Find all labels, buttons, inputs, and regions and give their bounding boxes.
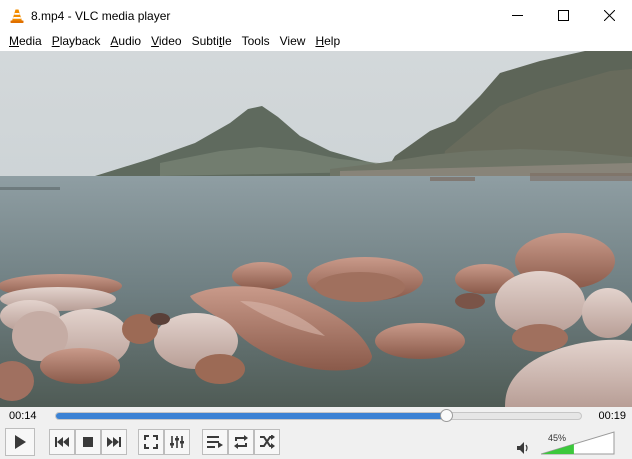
menu-media[interactable]: Media	[4, 31, 47, 51]
loop-icon	[234, 435, 248, 449]
menu-subtitle[interactable]: Subtitle	[187, 31, 237, 51]
minimize-icon	[511, 15, 523, 16]
fullscreen-button[interactable]	[138, 429, 164, 455]
shuffle-button[interactable]	[254, 429, 280, 455]
stop-button[interactable]	[75, 429, 101, 455]
minimize-button[interactable]	[494, 0, 540, 31]
elapsed-time: 00:14	[9, 410, 37, 422]
menu-audio[interactable]: Audio	[105, 31, 146, 51]
playlist-icon	[207, 436, 223, 448]
total-time: 00:19	[598, 410, 626, 422]
play-button[interactable]	[5, 428, 35, 456]
seek-handle[interactable]	[439, 409, 453, 422]
loop-button[interactable]	[228, 429, 254, 455]
seek-row: 00:14 00:19	[0, 407, 632, 427]
close-button[interactable]	[586, 0, 632, 31]
video-display[interactable]	[0, 51, 632, 407]
speaker-icon[interactable]	[517, 442, 531, 454]
play-icon	[15, 435, 26, 449]
menu-playback[interactable]: Playback	[47, 31, 106, 51]
fullscreen-icon	[144, 435, 158, 449]
shuffle-icon	[260, 435, 275, 449]
volume-level: 45%	[548, 433, 567, 443]
previous-icon	[55, 437, 69, 447]
menu-video[interactable]: Video	[146, 31, 186, 51]
seek-progress	[56, 413, 445, 419]
seek-bar[interactable]	[55, 409, 582, 422]
menu-help[interactable]: Help	[310, 31, 345, 51]
maximize-button[interactable]	[540, 0, 586, 31]
menu-view[interactable]: View	[275, 31, 311, 51]
playlist-button[interactable]	[202, 429, 228, 455]
extended-settings-icon	[170, 436, 184, 448]
extended-settings-button[interactable]	[164, 429, 190, 455]
controls-bar: 45%	[0, 427, 632, 459]
menu-bar: Media Playback Audio Video Subtitle Tool…	[0, 31, 632, 51]
vlc-cone-icon	[10, 9, 24, 23]
menu-tools[interactable]: Tools	[237, 31, 275, 51]
window-title: 8.mp4 - VLC media player	[31, 8, 171, 23]
previous-button[interactable]	[49, 429, 75, 455]
stop-icon	[83, 437, 93, 447]
video-frame-image	[0, 51, 632, 407]
next-icon	[107, 437, 121, 447]
next-button[interactable]	[101, 429, 127, 455]
close-icon	[603, 10, 615, 21]
maximize-icon	[557, 10, 569, 21]
title-bar: 8.mp4 - VLC media player	[0, 0, 632, 31]
